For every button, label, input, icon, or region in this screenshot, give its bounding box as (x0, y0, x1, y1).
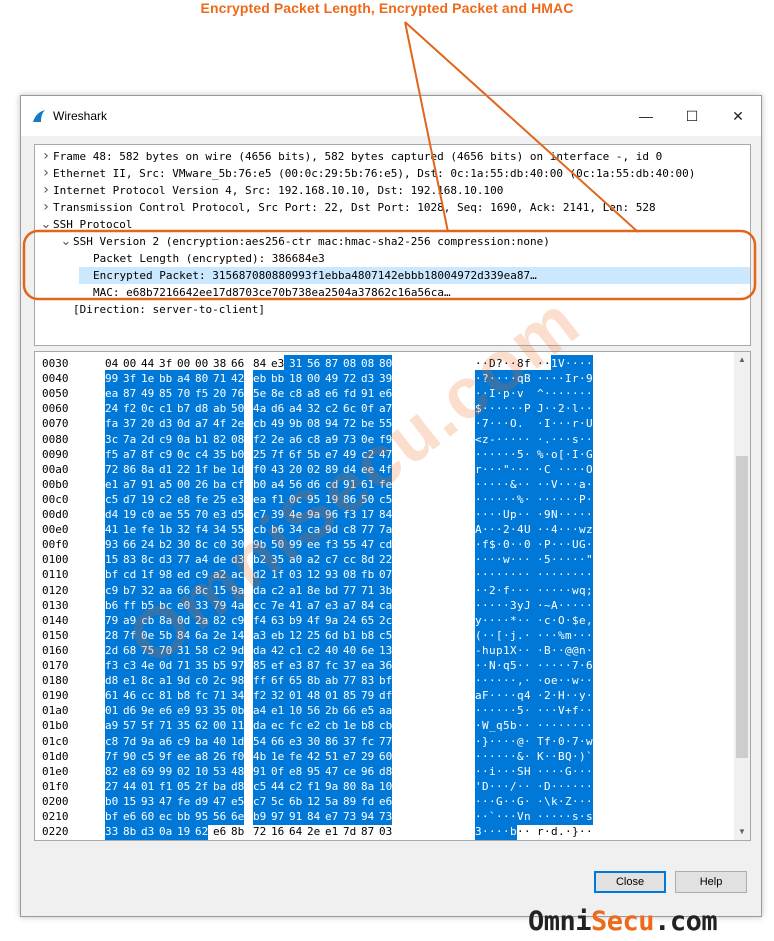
window-title: Wireshark (53, 109, 108, 123)
tree-row[interactable]: › Transmission Control Protocol, Src Port… (39, 199, 656, 216)
ascii-char[interactable]: r (537, 823, 544, 840)
hex-byte[interactable]: 16 (271, 823, 284, 840)
ascii-char[interactable]: · (544, 823, 551, 840)
ascii-char[interactable]: } (572, 823, 579, 840)
tree-row[interactable]: › Frame 48: 582 bytes on wire (4656 bits)… (39, 148, 662, 165)
tree-row[interactable]: Encrypted Packet: 315687080880993f1ebba4… (79, 267, 750, 284)
hex-byte[interactable]: 8b (231, 823, 244, 840)
hex-byte[interactable]: d3 (136, 823, 155, 840)
hex-byte[interactable]: e1 (325, 823, 338, 840)
ascii-char[interactable]: . (558, 823, 565, 840)
tree-row[interactable]: ⌄ SSH Protocol (39, 216, 133, 233)
tree-row-label: Encrypted Packet: 315687080880993f1ebba4… (93, 269, 537, 282)
tree-row[interactable]: ⌄ SSH Version 2 (encryption:aes256-ctr ma… (59, 233, 550, 250)
brand-omni: Omni (528, 906, 592, 937)
ascii-char[interactable]: · (496, 823, 503, 840)
ascii-char[interactable]: · (524, 823, 537, 840)
tree-row-label: Internet Protocol Version 4, Src: 192.16… (53, 184, 504, 197)
tree-row[interactable]: MAC: e68b7216642ee17d8703ce70b738ea2504a… (79, 284, 451, 301)
close-window-button[interactable]: ✕ (715, 96, 761, 136)
annotation-title: Encrypted Packet Length, Encrypted Packe… (200, 0, 574, 16)
hex-byte[interactable]: 03 (379, 823, 392, 840)
scroll-down-arrow-icon[interactable]: ▼ (734, 824, 750, 840)
hex-byte[interactable]: 64 (289, 823, 302, 840)
scroll-up-arrow-icon[interactable]: ▲ (734, 352, 750, 368)
wireshark-fin-icon (33, 110, 45, 122)
title-bar: Wireshark — ☐ ✕ (21, 96, 761, 136)
hex-offset: 0220 (42, 825, 69, 839)
tree-row-label: Frame 48: 582 bytes on wire (4656 bits),… (53, 150, 663, 163)
hex-byte[interactable]: 33 (105, 823, 119, 840)
brand-logo: OmniSecu.com (528, 906, 718, 937)
hex-byte[interactable]: 7d (343, 823, 356, 840)
brand-com: .com (654, 906, 718, 937)
chevron-right-icon[interactable]: › (39, 199, 53, 216)
chevron-right-icon[interactable]: › (39, 165, 53, 182)
hex-byte[interactable]: e6 (213, 823, 226, 840)
minimize-button[interactable]: — (623, 96, 669, 136)
tree-row-label: SSH Protocol (53, 218, 133, 231)
chevron-down-icon[interactable]: ⌄ (39, 216, 53, 233)
chevron-right-icon[interactable]: › (39, 182, 53, 199)
chevron-down-icon[interactable]: ⌄ (59, 233, 73, 250)
chevron-right-icon[interactable]: › (39, 148, 53, 165)
tree-row[interactable]: › Internet Protocol Version 4, Src: 192.1… (39, 182, 503, 199)
hex-byte[interactable]: 8b (118, 823, 137, 840)
tree-row[interactable]: › Ethernet II, Src: VMware_5b:76:e5 (00:0… (39, 165, 695, 182)
ascii-char[interactable]: · (517, 823, 524, 840)
close-button[interactable]: Close (594, 871, 666, 893)
maximize-button[interactable]: ☐ (669, 96, 715, 136)
tree-row-label: [Direction: server-to-client] (73, 303, 266, 316)
scrollbar-thumb[interactable] (736, 456, 748, 758)
tree-row[interactable]: [Direction: server-to-client] (59, 301, 265, 318)
bytes-vertical-scrollbar[interactable]: ▲ ▼ (734, 352, 750, 840)
ascii-char[interactable]: b (510, 823, 517, 840)
tree-row-label: Packet Length (encrypted): 386684e3 (93, 252, 325, 265)
ascii-char[interactable]: · (586, 823, 593, 840)
tree-row[interactable]: Packet Length (encrypted): 386684e3 (79, 250, 325, 267)
tree-row-label: MAC: e68b7216642ee17d8703ce70b738ea2504a… (93, 286, 451, 299)
hex-byte[interactable]: 19 (172, 823, 191, 840)
help-button[interactable]: Help (675, 871, 747, 893)
ascii-char[interactable]: · (565, 823, 572, 840)
tree-row-label: SSH Version 2 (encryption:aes256-ctr mac… (73, 235, 550, 248)
hex-byte[interactable]: 62 (190, 823, 209, 840)
hex-row[interactable]: 0220 33 3 8b · d3 · 0a · 19 · 62 b e6 · 8b · 72 r 16 · 64 d 2e.… (35, 823, 735, 840)
hex-byte[interactable]: 2e (307, 823, 320, 840)
tree-row-label: Transmission Control Protocol, Src Port:… (53, 201, 656, 214)
tree-row-label: Ethernet II, Src: VMware_5b:76:e5 (00:0c… (53, 167, 696, 180)
packet-details-tree[interactable]: › Frame 48: 582 bytes on wire (4656 bits)… (34, 144, 751, 346)
packet-bytes-pane[interactable]: ▲ ▼ 0030 04 · 00 · 44 D 3f? 00 · 00 · 38 8 66 f 84 · e3 · 31… (34, 351, 751, 841)
ascii-char[interactable]: d (551, 823, 558, 840)
ascii-char[interactable]: · (579, 823, 586, 840)
hex-byte[interactable]: 0a (154, 823, 173, 840)
hex-byte[interactable]: 72 (253, 823, 266, 840)
wireshark-window: Wireshark — ☐ ✕ › Frame 48: 582 bytes on … (20, 95, 762, 917)
ascii-char[interactable]: · (503, 823, 510, 840)
hex-byte[interactable]: 87 (361, 823, 374, 840)
ascii-char[interactable]: · (489, 823, 496, 840)
ascii-char[interactable]: 3 (475, 823, 482, 840)
ascii-char[interactable]: · (482, 823, 489, 840)
brand-secu: Secu (591, 906, 655, 937)
